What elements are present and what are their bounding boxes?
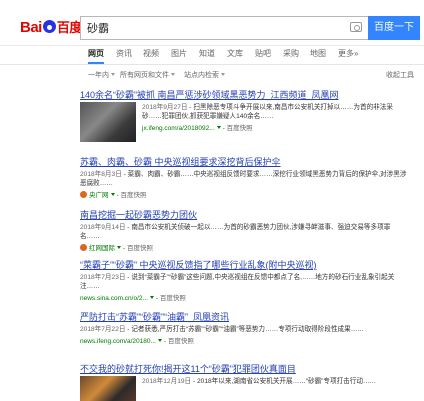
snapshot-link[interactable]: 百度快照 xyxy=(168,338,194,345)
snapshot-link[interactable]: 百度快照 xyxy=(127,245,153,252)
chevron-down-icon[interactable] xyxy=(157,339,162,342)
result-date: 2018年9月14日 xyxy=(80,224,126,231)
tab-web[interactable]: 网页 xyxy=(88,48,104,64)
chevron-down-icon[interactable] xyxy=(149,296,154,299)
result-thumbnail[interactable] xyxy=(80,376,136,401)
result-snippet: 2018年9月14日 - 南昌市公安机关侦破一起以……为首的砂霸恶势力团伙,涉嫌… xyxy=(80,223,410,241)
tab-news[interactable]: 资讯 xyxy=(116,48,132,64)
tab-bar: 网页 资讯 视频 图片 知道 文库 贴吧 采购 地图 更多» xyxy=(80,46,424,64)
result-url-text[interactable]: news.ifeng.com/a/20180... xyxy=(80,338,156,345)
result-url: jx.ifeng.com/a/2018092... - 百度快照 xyxy=(142,125,253,132)
search-result: 不交我的砂就打死你!揭开这11个“砂霸”犯罪团伙真面目 2018年12月19日 … xyxy=(80,362,410,401)
result-title[interactable]: 苏霸、肉霸、砂霸 中央巡视组要求深挖背后保护伞 xyxy=(80,155,410,168)
result-title[interactable]: 140余名“砂霸”被抓 南昌严惩涉砂领域黑恶势力_江西频道_凤凰网 xyxy=(80,88,410,101)
search-result: 140余名“砂霸”被抓 南昌严惩涉砂领域黑恶势力_江西频道_凤凰网 2018年9… xyxy=(80,88,410,142)
result-date: 2018年9月27日 xyxy=(142,104,188,111)
chevron-down-icon xyxy=(171,73,175,76)
tab-map[interactable]: 地图 xyxy=(310,48,326,64)
search-result: 南昌挖掘一起砂霸恶势力团伙 2018年9月14日 - 南昌市公安机关侦破一起以…… xyxy=(80,208,410,252)
tab-caigou[interactable]: 采购 xyxy=(283,48,299,64)
result-thumbnail[interactable] xyxy=(80,102,136,142)
baidu-logo[interactable]: Bai 百度 xyxy=(20,17,82,36)
filter-filetype[interactable]: 所有网页和文件 xyxy=(120,70,175,80)
collapse-tools[interactable]: 收起工具 xyxy=(386,70,414,80)
tab-more[interactable]: 更多» xyxy=(338,48,358,64)
chevron-down-icon xyxy=(111,73,115,76)
logo-text-baidu: 百度 xyxy=(56,20,83,35)
result-date: 2018年7月22日 xyxy=(80,326,126,333)
tab-divider xyxy=(0,64,424,65)
tab-images[interactable]: 图片 xyxy=(171,48,187,64)
result-snippet: 2018年7月22日 - 记者获悉,严厉打击“苏霸”“砂霸”“油霸”等恶势力……… xyxy=(80,325,410,334)
result-date: 2018年8月3日 xyxy=(80,171,122,178)
search-button[interactable]: 百度一下 xyxy=(368,16,420,40)
result-snippet: 2018年7月23日 - 说到“菜霸子”“砂霸”这些问题,中央巡视组在反馈中都点… xyxy=(80,273,410,291)
result-snippet-text: - 菜霸、肉霸、砂霸……中央巡视组反馈时要求……深挖行业领域黑恶势力背后的保护伞… xyxy=(80,171,407,187)
snapshot-link[interactable]: 百度快照 xyxy=(160,295,186,302)
result-url: 红网国际 - 百度快照 xyxy=(80,242,410,252)
result-snippet-text: - 南昌市公安机关侦破一起以……为首的砂霸恶势力团伙,涉嫌寻衅滋事、强迫交易等多… xyxy=(80,224,391,240)
result-title[interactable]: 不交我的砂就打死你!揭开这11个“砂霸”犯罪团伙真面目 xyxy=(80,362,410,375)
tab-video[interactable]: 视频 xyxy=(143,48,159,64)
header: Bai 百度 百度一下 xyxy=(0,0,424,46)
filter-site-label: 站点内检索 xyxy=(184,72,219,79)
logo-text-bai: Bai xyxy=(20,19,42,36)
result-url: 央广网 - 百度快照 xyxy=(80,189,410,199)
result-date: 2018年7月23日 xyxy=(80,274,126,281)
result-url-text[interactable]: 央广网 xyxy=(89,192,109,199)
tab-tieba[interactable]: 贴吧 xyxy=(255,48,271,64)
result-date: 2018年12月19日 xyxy=(142,378,192,385)
result-url-text[interactable]: jx.ifeng.com/a/2018092... xyxy=(142,125,215,132)
site-favicon-icon xyxy=(80,191,87,198)
snapshot-link[interactable]: 百度快照 xyxy=(120,192,146,199)
camera-icon[interactable] xyxy=(350,22,362,32)
tab-wenku[interactable]: 文库 xyxy=(227,48,243,64)
result-title[interactable]: 南昌挖掘一起砂霸恶势力团伙 xyxy=(80,208,410,221)
result-url: news.ifeng.com/a/20180... - 百度快照 xyxy=(80,338,194,345)
result-snippet: 2018年12月19日 - 2018年以来,湖南省公安机关开展……“砂霸”专项打… xyxy=(142,377,410,386)
search-result: 苏霸、肉霸、砂霸 中央巡视组要求深挖背后保护伞 2018年8月3日 - 菜霸、肉… xyxy=(80,155,410,199)
filter-site[interactable]: 站点内检索 xyxy=(184,70,225,80)
search-box xyxy=(80,16,368,40)
result-snippet: 2018年8月3日 - 菜霸、肉霸、砂霸……中央巡视组反馈时要求……深挖行业领域… xyxy=(80,170,410,188)
paw-icon xyxy=(42,20,56,33)
result-url-text[interactable]: 红网国际 xyxy=(89,245,115,252)
result-snippet: 2018年9月27日 - 扫黑除恶专项斗争开展以来,南昌市公安机关打掉以……为首… xyxy=(142,103,410,121)
result-snippet-text: - 说到“菜霸子”“砂霸”这些问题,中央巡视组在反馈中都点了名,……地方的砂石行… xyxy=(80,274,395,290)
filter-time[interactable]: 一年内 xyxy=(88,70,115,80)
chevron-down-icon[interactable] xyxy=(110,193,115,196)
result-title[interactable]: “菜霸子”“砂霸” 中央巡视反馈指了哪些行业乱象(附中央巡视) xyxy=(80,258,410,271)
chevron-down-icon xyxy=(221,73,225,76)
result-title[interactable]: 严防打击“苏霸”“砂霸”“油霸”_凤凰资讯 xyxy=(80,310,410,323)
filter-filetype-label: 所有网页和文件 xyxy=(120,72,169,79)
search-result: “菜霸子”“砂霸” 中央巡视反馈指了哪些行业乱象(附中央巡视) 2018年7月2… xyxy=(80,258,410,302)
chevron-down-icon[interactable] xyxy=(117,246,121,249)
filter-time-label: 一年内 xyxy=(88,72,109,79)
result-url-text[interactable]: news.sina.com.cn/o/2... xyxy=(80,295,148,302)
site-favicon-icon xyxy=(80,244,87,251)
search-result: 严防打击“苏霸”“砂霸”“油霸”_凤凰资讯 2018年7月22日 - 记者获悉,… xyxy=(80,310,410,345)
result-url: news.sina.com.cn/o/2... - 百度快照 xyxy=(80,295,186,302)
result-snippet-text: - 记者获悉,严厉打击“苏霸”“砂霸”“油霸”等恶势力……专项行动取得阶段性成果… xyxy=(125,326,364,333)
snapshot-link[interactable]: 百度快照 xyxy=(227,125,253,132)
chevron-down-icon[interactable] xyxy=(216,126,221,129)
search-filters: 一年内 所有网页和文件 站点内检索 收起工具 xyxy=(80,70,424,82)
tab-zhidao[interactable]: 知道 xyxy=(199,48,215,64)
search-input[interactable] xyxy=(81,17,331,39)
result-snippet-text: - 2018年以来,湖南省公安机关开展……“砂霸”专项打击行动…… xyxy=(191,378,377,385)
